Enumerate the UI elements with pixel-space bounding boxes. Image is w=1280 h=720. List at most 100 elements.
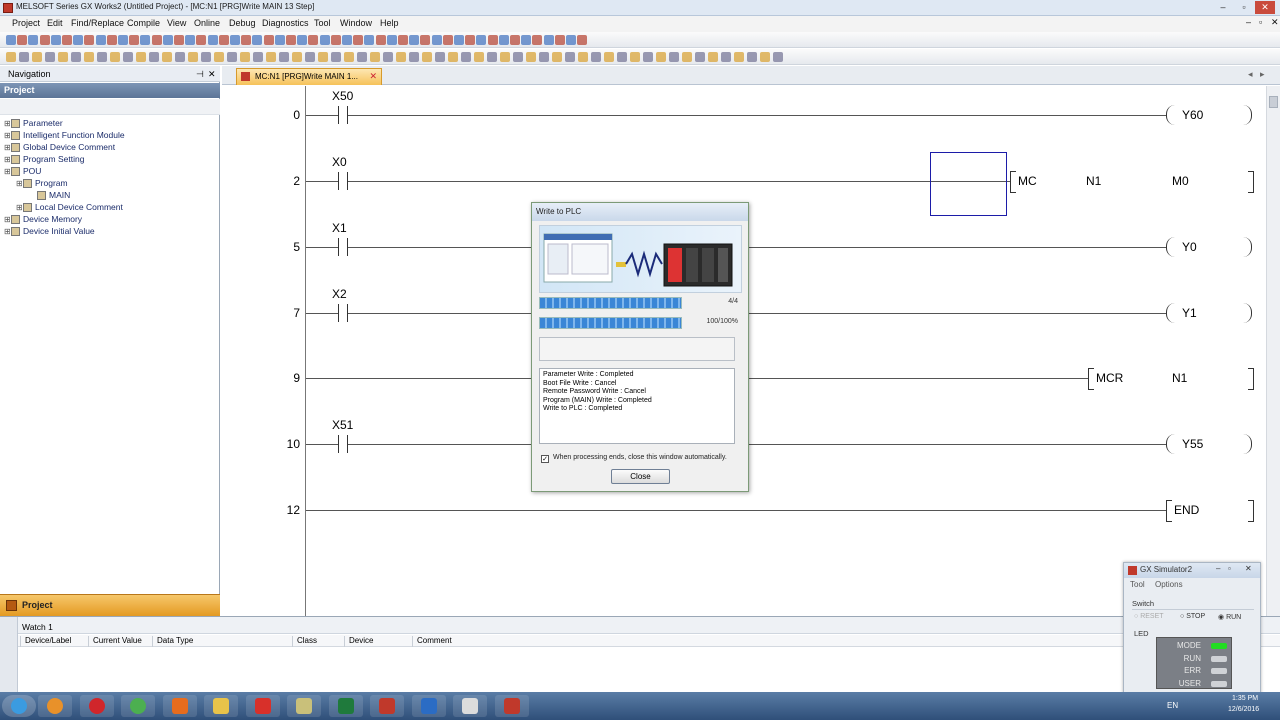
opera-icon[interactable] bbox=[79, 695, 114, 717]
mdi-minimize-button[interactable]: – bbox=[1246, 17, 1251, 27]
toolbar-button-icon[interactable] bbox=[630, 52, 640, 62]
toolbar-button-icon[interactable] bbox=[17, 35, 28, 45]
toolbar-button-icon[interactable] bbox=[6, 35, 16, 45]
expand-icon[interactable]: ⊞ bbox=[16, 179, 23, 188]
toolbar-button-icon[interactable] bbox=[747, 52, 757, 62]
tree-item[interactable]: ⊞ Parameter bbox=[4, 118, 63, 129]
toolbar-button-icon[interactable] bbox=[214, 52, 224, 62]
output-coil[interactable]: Y0 bbox=[1166, 237, 1252, 257]
toolbar-button-icon[interactable] bbox=[241, 35, 252, 45]
language-indicator[interactable]: EN bbox=[1167, 701, 1178, 710]
toolbar-button-icon[interactable] bbox=[230, 35, 240, 45]
toolbar-button-icon[interactable] bbox=[476, 35, 487, 45]
toolbar-button-icon[interactable] bbox=[308, 35, 319, 45]
menu-edit[interactable]: Edit bbox=[47, 18, 63, 28]
close-button[interactable]: Close bbox=[611, 469, 670, 484]
expand-icon[interactable]: ⊞ bbox=[4, 227, 11, 236]
toolbar-button-icon[interactable] bbox=[218, 35, 229, 45]
tree-item[interactable]: ⊞ Device Initial Value bbox=[4, 226, 95, 237]
melsoft-icon[interactable] bbox=[494, 695, 529, 717]
toolbar-button-icon[interactable] bbox=[279, 52, 289, 62]
toolbar-button-icon[interactable] bbox=[62, 35, 72, 45]
menu-window[interactable]: Window bbox=[340, 18, 372, 28]
firefox-icon[interactable] bbox=[162, 695, 197, 717]
toolbar-button-icon[interactable] bbox=[118, 35, 128, 45]
window-icon[interactable] bbox=[453, 695, 487, 717]
toolbar-button-icon[interactable] bbox=[84, 35, 95, 45]
contact[interactable] bbox=[338, 106, 348, 124]
toolbar-button-icon[interactable] bbox=[201, 52, 211, 62]
toolbar-button-icon[interactable] bbox=[19, 52, 29, 62]
chrome-icon[interactable] bbox=[121, 695, 155, 717]
tree-item[interactable]: ⊞ Program Setting bbox=[4, 154, 84, 165]
toolbar-button-icon[interactable] bbox=[461, 52, 471, 62]
toolbar-button-icon[interactable] bbox=[422, 52, 432, 62]
toolbar-button-icon[interactable] bbox=[84, 52, 94, 62]
toolbar-button-icon[interactable] bbox=[532, 35, 543, 45]
menu-help[interactable]: Help bbox=[380, 18, 399, 28]
toolbar-button-icon[interactable] bbox=[292, 52, 302, 62]
toolbar-button-icon[interactable] bbox=[45, 52, 55, 62]
output-coil[interactable]: Y55 bbox=[1166, 434, 1252, 454]
toolbar-button-icon[interactable] bbox=[319, 35, 330, 45]
toolbar-button-icon[interactable] bbox=[431, 35, 442, 45]
toolbar-button-icon[interactable] bbox=[500, 52, 510, 62]
column-class[interactable]: Class bbox=[292, 636, 344, 647]
toolbar-button-icon[interactable] bbox=[58, 52, 68, 62]
toolbar-button-icon[interactable] bbox=[409, 52, 419, 62]
toolbar-button-icon[interactable] bbox=[591, 52, 601, 62]
clock-time[interactable]: 1:35 PM bbox=[1232, 695, 1258, 702]
radio-reset[interactable]: ○ RESET bbox=[1134, 613, 1164, 620]
toolbar-button-icon[interactable] bbox=[513, 52, 523, 62]
toolbar-button-icon[interactable] bbox=[344, 52, 354, 62]
toolbar-button-icon[interactable] bbox=[643, 52, 653, 62]
toolbar-button-icon[interactable] bbox=[552, 52, 562, 62]
toolbar-button-icon[interactable] bbox=[305, 52, 315, 62]
toolbar-button-icon[interactable] bbox=[227, 52, 237, 62]
toolbar-button-icon[interactable] bbox=[330, 35, 341, 45]
radio-run[interactable]: ◉ RUN bbox=[1218, 613, 1241, 621]
tree-item[interactable]: ⊞ Program bbox=[16, 178, 68, 189]
toolbar-button-icon[interactable] bbox=[442, 35, 453, 45]
menu-compile[interactable]: Compile bbox=[127, 18, 160, 28]
close-window-button[interactable]: ✕ bbox=[1255, 1, 1275, 14]
log-box[interactable]: Parameter Write : Completed Boot File Wr… bbox=[539, 368, 735, 444]
toolbar-button-icon[interactable] bbox=[95, 35, 106, 45]
contact[interactable] bbox=[338, 238, 348, 256]
menu-diagnostics[interactable]: Diagnostics bbox=[262, 18, 309, 28]
instruction-block[interactable]: MCR N1 bbox=[1088, 368, 1254, 390]
toolbar-button-icon[interactable] bbox=[465, 35, 476, 45]
toolbar-button-icon[interactable] bbox=[342, 35, 352, 45]
vertical-scrollbar[interactable] bbox=[1266, 86, 1280, 616]
toolbar-button-icon[interactable] bbox=[375, 35, 386, 45]
output-coil[interactable]: Y1 bbox=[1166, 303, 1252, 323]
expand-icon[interactable]: ⊞ bbox=[4, 155, 11, 164]
toolbar-button-icon[interactable] bbox=[617, 52, 627, 62]
minimize-button[interactable]: – bbox=[1213, 1, 1233, 14]
toolbar-button-icon[interactable] bbox=[151, 35, 162, 45]
toolbar-button-icon[interactable] bbox=[526, 52, 536, 62]
mdi-close-button[interactable]: ✕ bbox=[1271, 17, 1279, 28]
toolbar-button-icon[interactable] bbox=[39, 35, 50, 45]
toolbar-button-icon[interactable] bbox=[32, 52, 42, 62]
tab-main-ladder[interactable]: MC:N1 [PRG]Write MAIN 1... ✕ bbox=[236, 68, 382, 85]
column-current-value[interactable]: Current Value bbox=[88, 636, 152, 647]
expand-icon[interactable]: ⊞ bbox=[4, 167, 11, 176]
output-coil[interactable]: Y60 bbox=[1166, 105, 1252, 125]
toolbar-button-icon[interactable] bbox=[448, 52, 458, 62]
end-instruction[interactable]: END bbox=[1166, 500, 1254, 522]
toolbar-button-icon[interactable] bbox=[353, 35, 364, 45]
auto-close-checkbox[interactable]: ✓ bbox=[541, 455, 549, 463]
toolbar-button-icon[interactable] bbox=[140, 35, 151, 45]
toolbar-button-icon[interactable] bbox=[386, 35, 397, 45]
toolbar-button-icon[interactable] bbox=[266, 52, 276, 62]
toolbar-button-icon[interactable] bbox=[370, 52, 380, 62]
toolbar-button-icon[interactable] bbox=[554, 35, 565, 45]
help-icon[interactable] bbox=[411, 695, 446, 717]
tab-scroll-left-icon[interactable]: ◂ bbox=[1248, 69, 1253, 80]
column-device-label[interactable]: Device/Label bbox=[20, 636, 90, 647]
disc-tool-icon[interactable] bbox=[287, 695, 321, 717]
toolbar-button-icon[interactable] bbox=[454, 35, 464, 45]
clock-date[interactable]: 12/6/2016 bbox=[1228, 706, 1259, 713]
pdf-reader-icon[interactable] bbox=[245, 695, 280, 717]
